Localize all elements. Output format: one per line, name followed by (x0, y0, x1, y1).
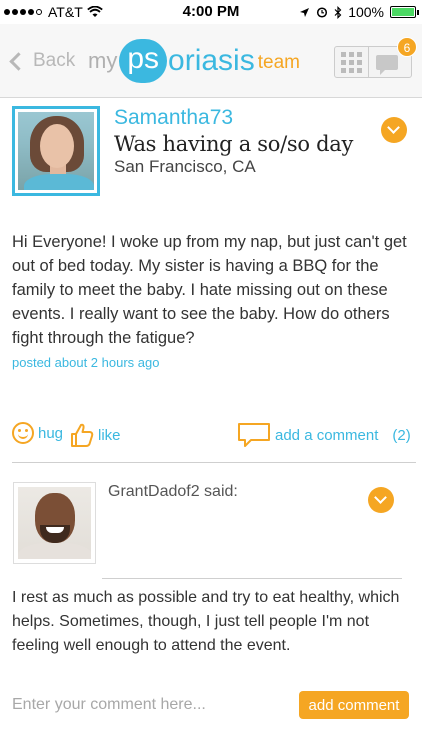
logo-oriasis: oriasis (168, 44, 255, 77)
notification-badge: 6 (397, 37, 417, 57)
divider (12, 462, 416, 463)
thumbs-up-icon (71, 423, 94, 447)
grid-menu-icon[interactable] (335, 47, 369, 77)
reply-avatar[interactable] (13, 482, 96, 564)
reply-body: I rest as much as possible and try to ea… (12, 589, 400, 654)
avatar-photo (18, 112, 94, 190)
smile-icon (12, 422, 34, 444)
location-arrow-icon (300, 7, 310, 17)
messages-button[interactable]: 6 (369, 37, 417, 77)
add-comment-label: add a comment (275, 426, 379, 444)
battery-percent: 100% (348, 4, 384, 20)
hug-button[interactable]: hug (12, 422, 63, 444)
post-options-chevron-down-icon[interactable] (381, 117, 407, 143)
comment-icon (238, 423, 270, 447)
nav-right-controls: 6 (334, 37, 417, 78)
add-comment-submit-button[interactable]: add comment (299, 691, 409, 719)
post-actions: hug like add a comment (2) (12, 418, 412, 448)
alarm-icon (317, 7, 328, 18)
like-label: like (98, 426, 121, 444)
app-logo: my ps oriasis team (88, 37, 300, 85)
chat-icon (376, 55, 398, 75)
reply-divider (102, 578, 402, 579)
hug-label: hug (38, 424, 64, 442)
logo-team: team (257, 52, 300, 73)
comment-count: (2) (392, 426, 411, 444)
back-button[interactable]: Back (8, 50, 75, 72)
reply-options-chevron-down-icon[interactable] (368, 487, 394, 513)
author-username[interactable]: Samantha73 (114, 106, 233, 130)
post-body: Hi Everyone! I woke up from my nap, but … (12, 233, 407, 347)
author-avatar[interactable] (12, 106, 100, 196)
add-comment-button[interactable]: add a comment (2) (237, 422, 411, 448)
battery-icon (390, 6, 419, 18)
reply-author: GrantDadof2 said: (108, 483, 238, 500)
logo-my: my (88, 48, 118, 73)
bluetooth-icon (334, 5, 342, 19)
like-button[interactable]: like (70, 422, 121, 448)
chevron-left-icon (9, 51, 28, 71)
status-bar: AT&T 4:00 PM 100% (0, 0, 422, 24)
post-mood: Was having a so/so day (114, 132, 354, 156)
back-label: Back (33, 50, 76, 71)
status-right: 100% (299, 4, 419, 20)
nav-bar: Back my ps oriasis team 6 (0, 24, 422, 98)
comment-input-row: add comment (0, 684, 422, 728)
logo-ps: ps (119, 39, 168, 83)
reply-avatar-photo (18, 487, 91, 559)
author-location: San Francisco, CA (114, 157, 256, 176)
comment-input[interactable] (12, 690, 282, 720)
post-timestamp: posted about 2 hours ago (12, 355, 160, 370)
